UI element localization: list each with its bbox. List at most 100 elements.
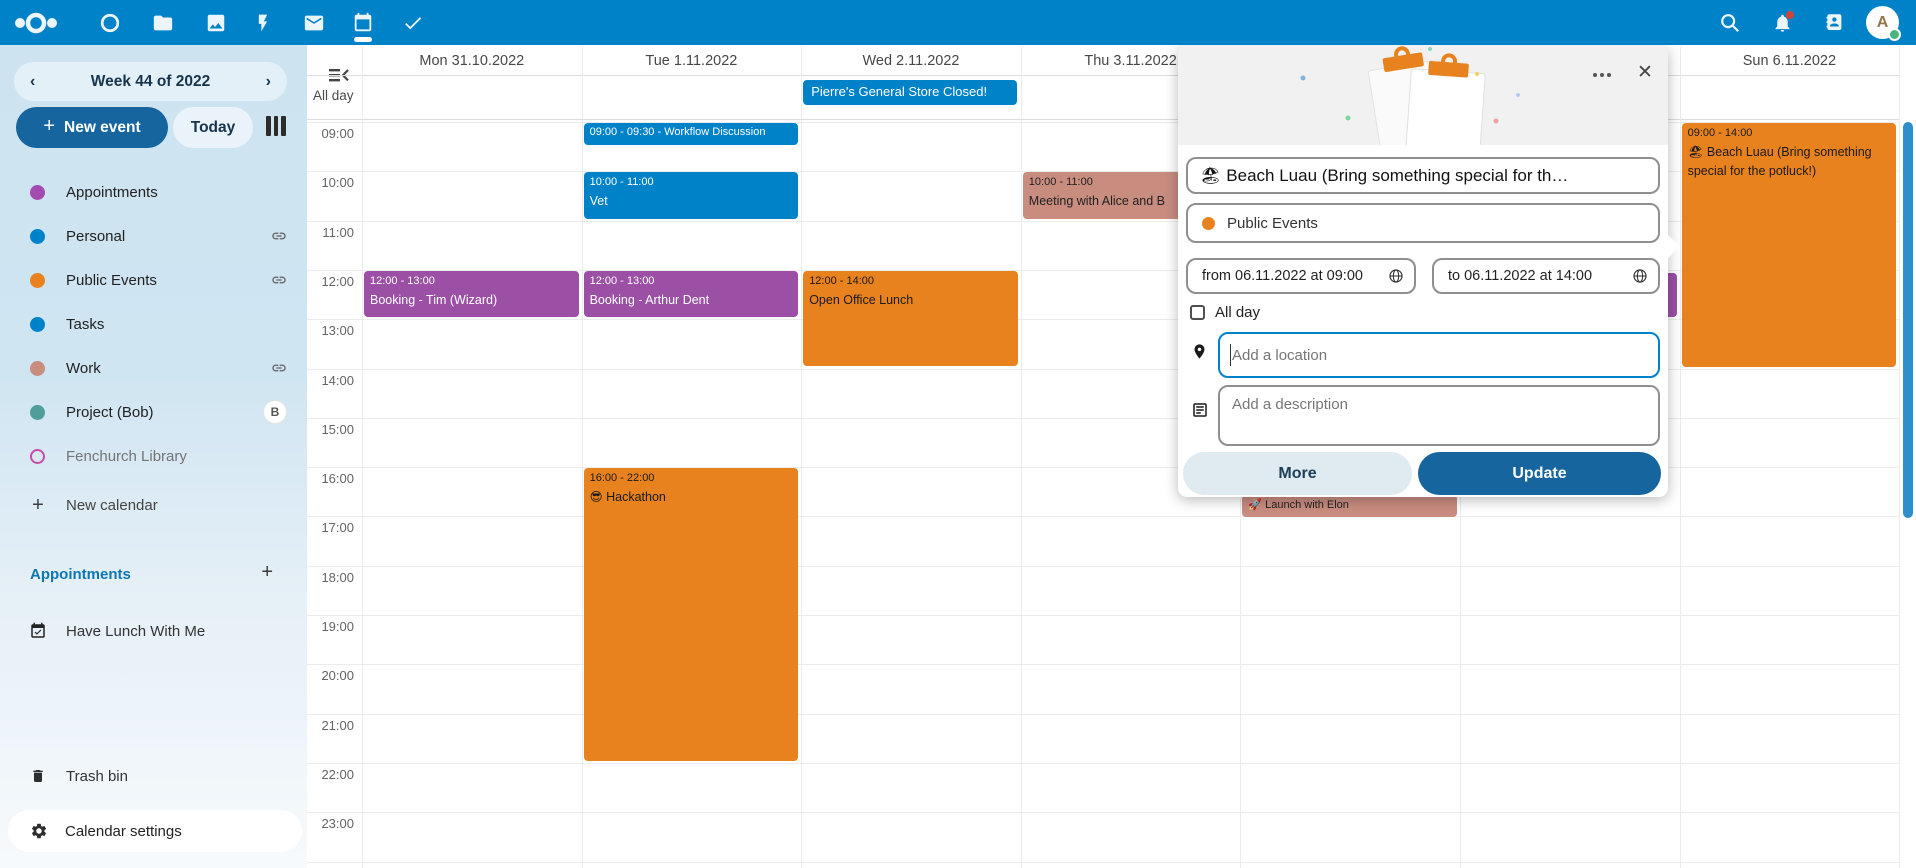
hour-label: 19:00 — [306, 619, 354, 634]
location-input[interactable]: Add a location — [1218, 332, 1660, 378]
shared-by-badge[interactable]: B — [263, 400, 287, 424]
calendar-settings-button[interactable]: Calendar settings — [8, 810, 302, 852]
trash-bin-button[interactable]: Trash bin — [22, 756, 295, 796]
contacts-app-icon[interactable] — [97, 10, 123, 36]
sidebar-calendar-appointments[interactable]: Appointments — [22, 172, 295, 212]
previous-week-button[interactable]: ‹ — [30, 73, 35, 91]
update-button[interactable]: Update — [1418, 452, 1661, 495]
calendar-event[interactable]: 09:00 - 09:30 - Workflow Discussion — [584, 123, 799, 145]
close-icon[interactable]: ✕ — [1630, 57, 1660, 87]
calendar-name: Fenchurch Library — [66, 448, 187, 465]
calendar-event[interactable]: 🚀 Launch with Elon — [1242, 495, 1457, 517]
sidebar-calendar-public-events[interactable]: Public Events — [22, 260, 295, 300]
calendar-sidebar: ‹ Week 44 of 2022 › + New event Today Ap… — [0, 45, 307, 868]
appointment-item-label: Have Lunch With Me — [66, 623, 205, 640]
description-input[interactable]: Add a description — [1218, 385, 1660, 446]
hour-label: 23:00 — [306, 816, 354, 831]
avatar-letter: A — [1877, 14, 1889, 32]
appointment-item[interactable]: Have Lunch With Me — [22, 611, 295, 651]
hour-label: 10:00 — [306, 175, 354, 190]
sidebar-calendar-tasks[interactable]: Tasks — [22, 304, 295, 344]
mail-app-icon[interactable] — [301, 10, 327, 36]
end-datetime-field[interactable]: to 06.11.2022 at 14:00 — [1432, 258, 1660, 294]
event-editor-popup: ✕ 🏖 Beach Luau (Bring something special … — [1178, 45, 1668, 497]
new-calendar-button[interactable]: + New calendar — [22, 485, 295, 525]
next-week-button[interactable]: › — [266, 73, 271, 91]
activity-app-icon[interactable] — [250, 10, 276, 36]
column-divider — [582, 46, 583, 868]
start-datetime-value: from 06.11.2022 at 09:00 — [1202, 268, 1363, 284]
calendar-name: Appointments — [66, 184, 158, 201]
plus-icon: + — [29, 494, 47, 517]
collapse-all-day-icon[interactable] — [329, 68, 349, 88]
calendar-event[interactable]: 12:00 - 13:00Booking - Tim (Wizard) — [364, 271, 579, 317]
calendar-event[interactable]: 12:00 - 13:00Booking - Arthur Dent — [584, 271, 799, 317]
calendar-app-icon[interactable] — [350, 10, 376, 36]
event-time: 16:00 - 22:00 — [584, 468, 799, 484]
checkbox-box[interactable] — [1190, 305, 1205, 320]
view-columns-icon[interactable] — [266, 116, 286, 138]
user-avatar[interactable]: A — [1866, 6, 1899, 39]
sidebar-calendar-fenchurch-library[interactable]: Fenchurch Library — [22, 436, 295, 476]
all-day-event[interactable]: Pierre's General Store Closed! — [803, 80, 1017, 105]
hour-line — [307, 812, 1899, 813]
nextcloud-logo[interactable] — [12, 10, 60, 36]
hour-line — [307, 516, 1899, 517]
event-time: 10:00 - 11:00 — [584, 172, 799, 188]
event-title: 😎 Hackathon — [584, 484, 799, 507]
hour-label: 14:00 — [306, 373, 354, 388]
files-app-icon[interactable] — [150, 10, 176, 36]
calendar-picker[interactable]: Public Events — [1186, 203, 1660, 243]
calendar-name: Project (Bob) — [66, 404, 154, 421]
event-title-input[interactable]: 🏖 Beach Luau (Bring something special fo… — [1186, 157, 1660, 194]
photos-app-icon[interactable] — [203, 10, 229, 36]
calendar-event[interactable]: 16:00 - 22:00😎 Hackathon — [584, 468, 799, 761]
hour-line — [307, 763, 1899, 764]
share-link-icon[interactable] — [271, 272, 287, 288]
hour-line — [307, 566, 1899, 567]
new-event-label: New event — [64, 119, 141, 137]
calendar-color-dot — [30, 273, 45, 288]
hour-line — [307, 714, 1899, 715]
calendar-event[interactable]: 12:00 - 14:00Open Office Lunch — [803, 271, 1018, 367]
more-button[interactable]: More — [1183, 452, 1412, 495]
popup-actions-menu-icon[interactable] — [1586, 61, 1618, 89]
calendar-picker-value: Public Events — [1227, 215, 1318, 232]
tasks-app-icon[interactable] — [400, 10, 426, 36]
sidebar-calendar-personal[interactable]: Personal — [22, 216, 295, 256]
today-button[interactable]: Today — [173, 107, 253, 148]
add-appointment-config-button[interactable]: + — [261, 561, 273, 584]
contacts-menu-icon[interactable] — [1820, 10, 1846, 36]
calendar-color-dot — [30, 229, 45, 244]
sidebar-calendar-work[interactable]: Work — [22, 348, 295, 388]
active-app-indicator — [354, 37, 372, 42]
column-divider — [1899, 46, 1900, 868]
vertical-scrollbar[interactable] — [1903, 122, 1913, 518]
calendar-color-dot — [30, 185, 45, 200]
online-status-dot — [1888, 28, 1901, 41]
hour-label: 22:00 — [306, 767, 354, 782]
calendar-event[interactable]: 09:00 - 14:00🏖 Beach Luau (Bring somethi… — [1682, 123, 1897, 367]
start-datetime-field[interactable]: from 06.11.2022 at 09:00 — [1186, 258, 1416, 294]
location-pin-icon — [1191, 341, 1208, 367]
search-icon[interactable] — [1717, 10, 1743, 36]
new-event-button[interactable]: + New event — [16, 107, 168, 148]
event-title: 🏖 Beach Luau (Bring something special fo… — [1682, 139, 1897, 181]
share-link-icon[interactable] — [271, 228, 287, 244]
calendar-name: Public Events — [66, 272, 157, 289]
appointments-section-heading: Appointments — [30, 566, 270, 583]
notifications-bell-icon[interactable] — [1769, 10, 1795, 36]
timezone-globe-icon[interactable] — [1388, 268, 1404, 284]
all-day-checkbox[interactable]: All day — [1190, 304, 1260, 321]
calendar-name: Work — [66, 360, 101, 377]
end-datetime-value: to 06.11.2022 at 14:00 — [1448, 268, 1592, 284]
timezone-globe-icon[interactable] — [1632, 268, 1648, 284]
week-navigation: ‹ Week 44 of 2022 › — [14, 62, 287, 101]
calendar-color-dot — [30, 317, 45, 332]
calendar-color-dot — [30, 361, 45, 376]
calendar-event[interactable]: 10:00 - 11:00Vet — [584, 172, 799, 218]
share-link-icon[interactable] — [271, 360, 287, 376]
column-divider — [1680, 46, 1681, 868]
hour-line — [307, 862, 1899, 863]
sidebar-calendar-project-bob-[interactable]: Project (Bob) B — [22, 392, 295, 432]
